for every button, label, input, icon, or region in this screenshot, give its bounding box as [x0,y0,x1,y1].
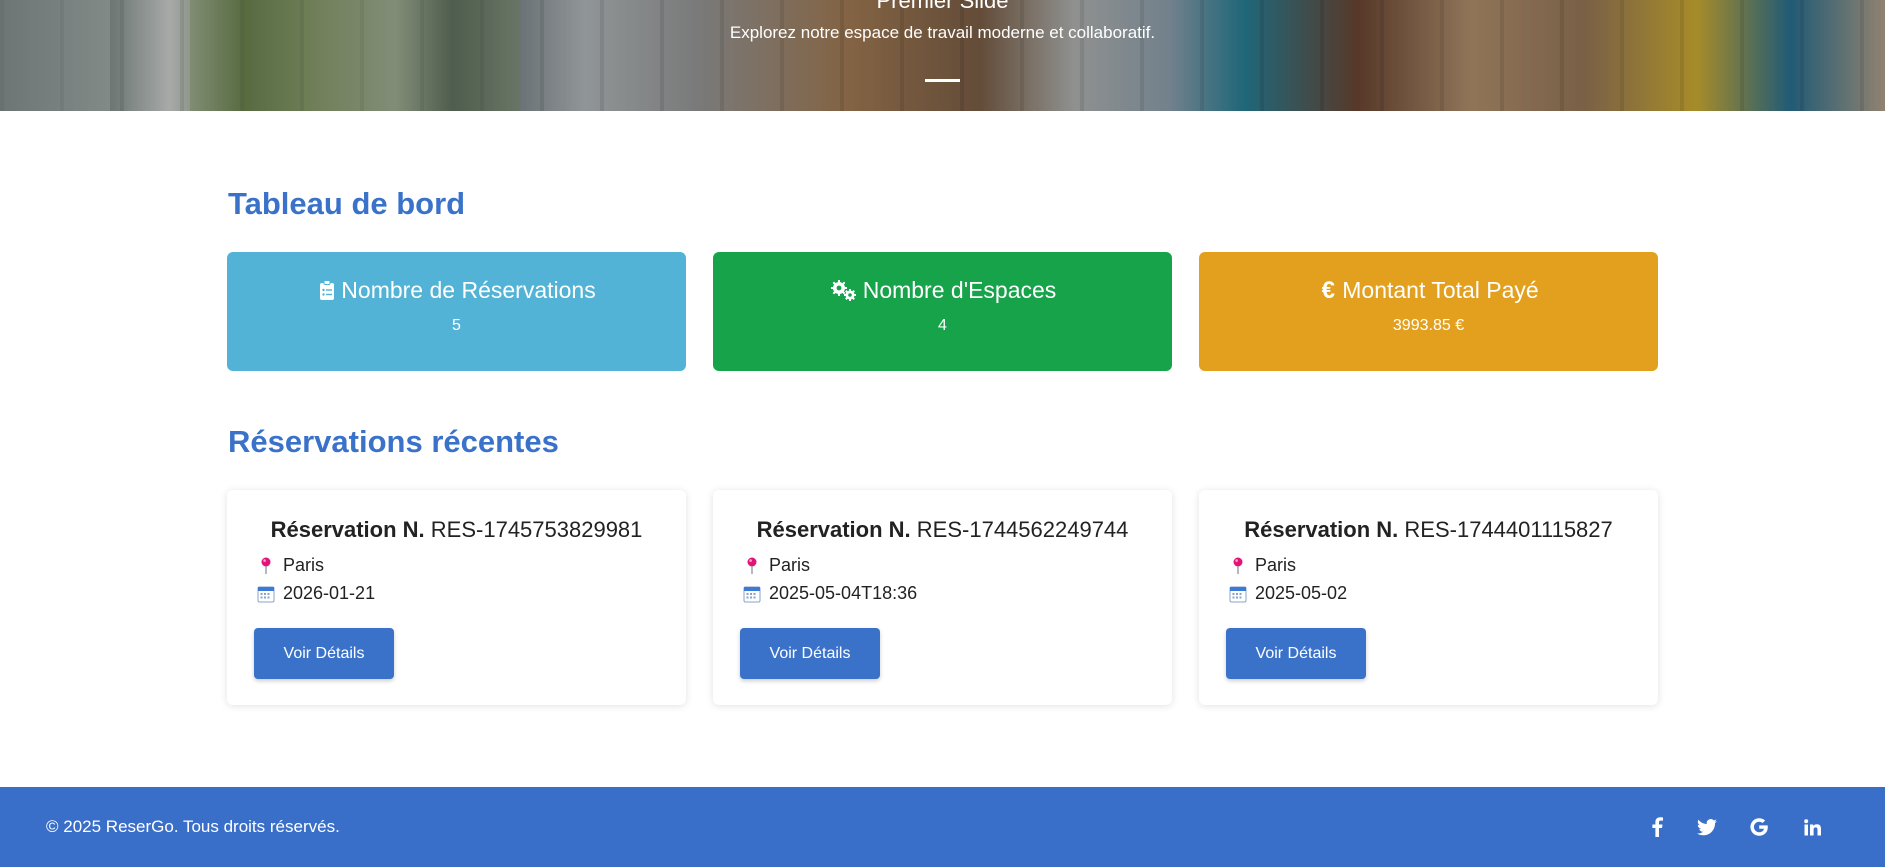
google-icon[interactable] [1746,814,1772,840]
view-details-button[interactable]: Voir Détails [740,628,880,679]
reservation-label: Réservation N. [270,517,425,542]
footer: © 2025 ReserGo. Tous droits réservés. [0,787,1885,867]
view-details-button[interactable]: Voir Détails [1226,628,1366,679]
reservation-city: Paris [283,555,325,575]
carousel-indicator[interactable] [925,79,960,82]
hero-slide-title: Premier Slide [876,0,1009,13]
hero-image-garden [190,0,520,111]
reservation-location: Paris [257,555,324,576]
calendar-icon [743,585,761,603]
clipboard-list-icon [317,279,337,303]
stat-card-reservations: Nombre de Réservations 5 [227,252,686,371]
reservation-label: Réservation N. [1244,517,1399,542]
reservation-title: Réservation N. RES-1745753829981 [227,517,686,543]
reservation-number: RES-1744401115827 [1404,517,1613,542]
hero-image-window [0,0,110,111]
twitter-icon[interactable] [1694,814,1720,840]
view-details-button[interactable]: Voir Détails [254,628,394,679]
reservation-title: Réservation N. RES-1744401115827 [1199,517,1658,543]
footer-copyright: © 2025 ReserGo. Tous droits réservés. [46,817,340,836]
reservation-date: 2026-01-21 [257,583,375,604]
dashboard-title: Tableau de bord [228,186,466,221]
reservation-card: Réservation N. RES-1745753829981 Paris 2… [227,490,686,705]
hero-carousel[interactable]: Premier Slide Explorez notre espace de t… [0,0,1885,111]
stat-value: 5 [452,317,461,334]
stat-card-amount: € Montant Total Payé 3993.85 € [1199,252,1658,371]
reservation-date: 2025-05-04T18:36 [743,583,917,604]
stat-label: Montant Total Payé [1342,277,1539,303]
map-pin-icon [257,557,275,575]
reservation-number: RES-1744562249744 [916,517,1129,542]
stat-value: 4 [938,317,947,334]
calendar-icon [1229,585,1247,603]
stat-value: 3993.85 € [1392,317,1465,334]
reservation-date-value: 2025-05-04T18:36 [769,583,918,603]
stat-label: Nombre de Réservations [341,277,596,303]
stat-card-spaces: Nombre d'Espaces 4 [713,252,1172,371]
facebook-icon[interactable] [1644,814,1670,840]
reservation-city: Paris [769,555,811,575]
reservation-date: 2025-05-02 [1229,583,1347,604]
reservation-title: Réservation N. RES-1744562249744 [713,517,1172,543]
calendar-icon [257,585,275,603]
reservation-date-value: 2025-05-02 [1255,583,1348,603]
reservation-location: Paris [1229,555,1296,576]
map-pin-icon [1229,557,1247,575]
euro-icon: € [1321,276,1335,304]
reservation-number: RES-1745753829981 [430,517,643,542]
reservation-card: Réservation N. RES-1744401115827 Paris 2… [1199,490,1658,705]
reservation-location: Paris [743,555,810,576]
reservation-label: Réservation N. [756,517,911,542]
stat-label: Nombre d'Espaces [862,277,1057,303]
hero-slide-subtitle: Explorez notre espace de travail moderne… [729,23,1156,42]
linkedin-icon[interactable] [1799,814,1825,840]
reservation-card: Réservation N. RES-1744562249744 Paris 2… [713,490,1172,705]
reservation-city: Paris [1255,555,1297,575]
gears-icon [829,279,859,303]
reservation-date-value: 2026-01-21 [283,583,376,603]
recent-reservations-title: Réservations récentes [228,424,559,459]
map-pin-icon [743,557,761,575]
